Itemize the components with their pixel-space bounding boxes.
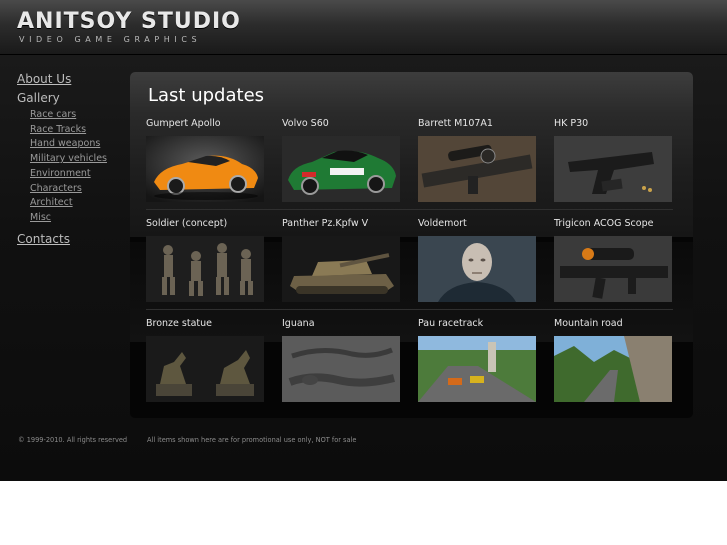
orange-sports-car-thumbnail[interactable] [146,136,264,202]
character-head-thumbnail[interactable] [418,236,536,302]
pistol-thumbnail[interactable] [554,136,672,202]
disclaimer-notice: All items shown here are for promotional… [147,436,357,444]
item-title[interactable]: Trigicon ACOG Scope [554,218,672,232]
logo-subtitle: VIDEO GAME GRAPHICS [19,35,202,44]
nav-gallery-heading: Gallery [17,91,60,105]
gallery-item[interactable]: Mountain road [554,318,672,402]
item-title[interactable]: HK P30 [554,118,672,132]
item-title[interactable]: Mountain road [554,318,672,332]
nav-contacts[interactable]: Contacts [17,230,127,249]
sniper-rifle-thumbnail[interactable] [418,136,536,202]
mountain-road-thumbnail[interactable] [554,336,672,402]
green-race-car-thumbnail[interactable] [282,136,400,202]
logo-title[interactable]: ANITSOY STUDIO [17,9,241,35]
tank-thumbnail[interactable] [282,236,400,302]
item-title[interactable]: Panther Pz.Kpfw V [282,218,400,232]
gallery-item[interactable]: Trigicon ACOG Scope [554,218,672,302]
item-title[interactable]: Voldemort [418,218,536,232]
last-updates-panel: Last updates Gumpert Apollo Volvo S60 Ba… [130,72,693,418]
site-canvas: ANITSOY STUDIO VIDEO GAME GRAPHICS About… [0,0,727,481]
nav-military-vehicles[interactable]: Military vehicles [17,152,127,167]
gallery-item[interactable]: Panther Pz.Kpfw V [282,218,400,302]
item-title[interactable]: Barrett M107A1 [418,118,536,132]
nav-about-us[interactable]: About Us [17,70,127,89]
item-title[interactable]: Soldier (concept) [146,218,264,232]
nav-environment[interactable]: Environment [17,167,127,182]
row-divider [146,209,673,210]
sidebar-nav: About Us Gallery Race cars Race Tracks H… [17,70,127,249]
gallery-item[interactable]: Iguana [282,318,400,402]
nav-misc[interactable]: Misc [17,211,127,226]
gallery-item[interactable]: HK P30 [554,118,672,202]
gallery-item[interactable]: Soldier (concept) [146,218,264,302]
soldier-figures-thumbnail[interactable] [146,236,264,302]
nav-architect[interactable]: Architect [17,196,127,211]
item-title[interactable]: Iguana [282,318,400,332]
race-track-thumbnail[interactable] [418,336,536,402]
nav-race-tracks[interactable]: Race Tracks [17,123,127,138]
nav-race-cars[interactable]: Race cars [17,108,127,123]
gallery-item[interactable]: Voldemort [418,218,536,302]
gallery-item[interactable]: Barrett M107A1 [418,118,536,202]
gallery-item[interactable]: Bronze statue [146,318,264,402]
gallery-submenu: Race cars Race Tracks Hand weapons Milit… [17,108,127,226]
gallery-item[interactable]: Volvo S60 [282,118,400,202]
item-title[interactable]: Pau racetrack [418,318,536,332]
item-title[interactable]: Volvo S60 [282,118,400,132]
horse-statues-thumbnail[interactable] [146,336,264,402]
row-divider [146,309,673,310]
copyright-notice: © 1999-2010. All rights reserved [18,436,128,444]
rifle-scope-thumbnail[interactable] [554,236,672,302]
gallery-item[interactable]: Gumpert Apollo [146,118,264,202]
panel-title: Last updates [148,85,265,106]
iguana-thumbnail[interactable] [282,336,400,402]
item-title[interactable]: Gumpert Apollo [146,118,264,132]
gallery-item[interactable]: Pau racetrack [418,318,536,402]
nav-characters[interactable]: Characters [17,182,127,197]
header: ANITSOY STUDIO VIDEO GAME GRAPHICS [0,0,727,55]
nav-hand-weapons[interactable]: Hand weapons [17,137,127,152]
item-title[interactable]: Bronze statue [146,318,264,332]
